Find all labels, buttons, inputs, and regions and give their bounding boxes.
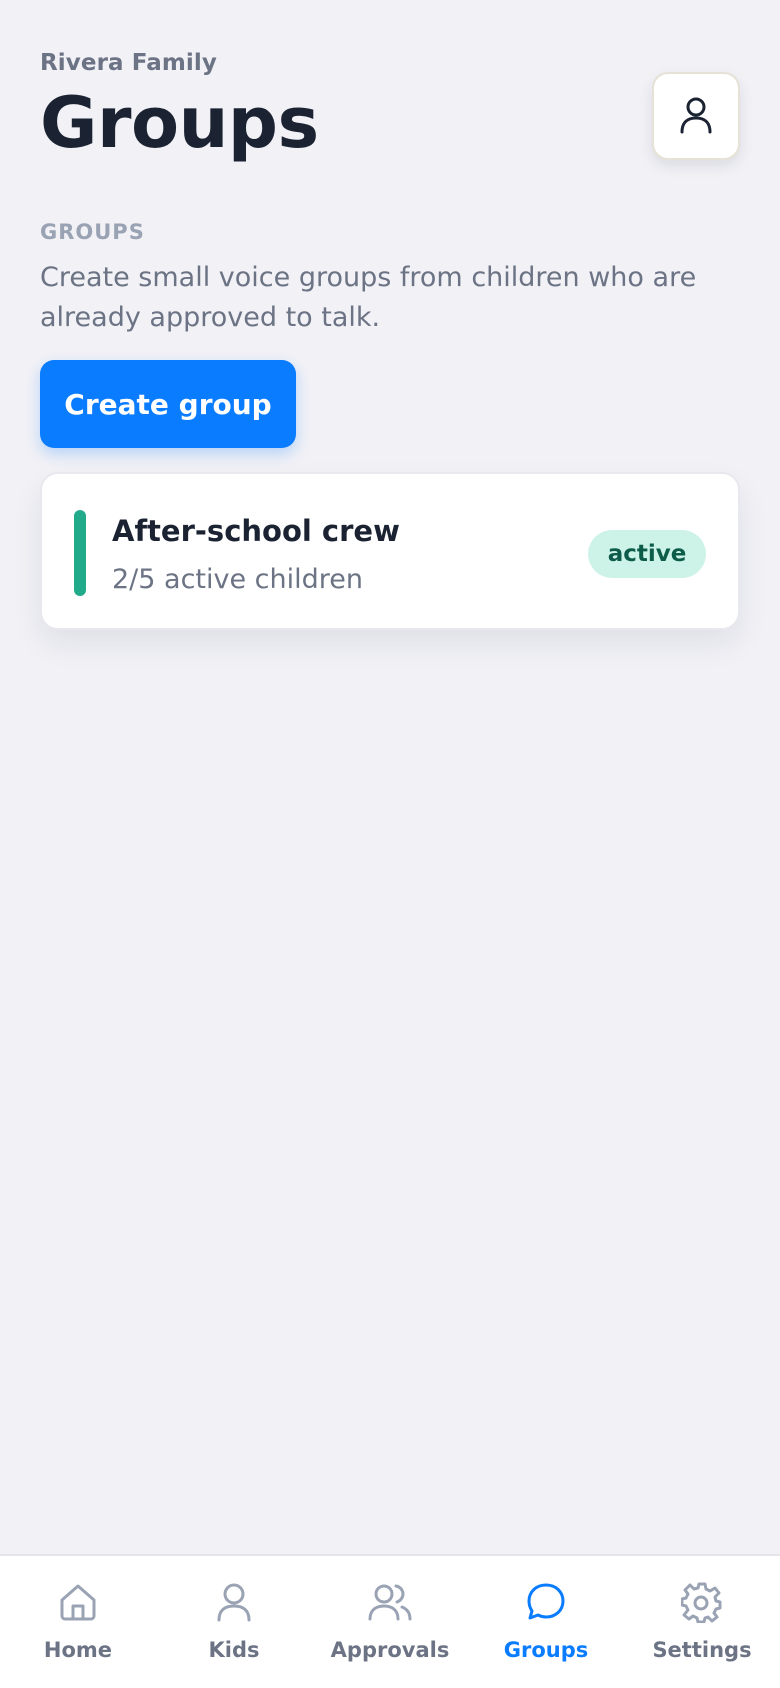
- section-description: Create small voice groups from children …: [40, 262, 697, 333]
- tab-settings[interactable]: Settings: [624, 1556, 780, 1688]
- user-icon: [212, 1580, 256, 1624]
- tab-label: Settings: [652, 1638, 752, 1662]
- group-name: After-school crew: [112, 514, 400, 548]
- tab-label: Approvals: [330, 1638, 450, 1662]
- groups-section: GROUPS Create small voice groups from ch…: [40, 220, 740, 338]
- group-card[interactable]: After-school crew 2/5 active children ac…: [40, 472, 740, 630]
- chat-bubble-icon: [524, 1580, 568, 1624]
- tab-approvals[interactable]: Approvals: [312, 1556, 468, 1688]
- bottom-tab-bar: Home Kids Approvals Groups Settings: [0, 1554, 780, 1688]
- user-icon: [678, 95, 714, 138]
- profile-button[interactable]: [652, 72, 740, 160]
- page-title: Groups: [40, 82, 319, 164]
- groups-screen: Rivera Family Groups GROUPS Create small…: [0, 0, 780, 1688]
- home-icon: [56, 1580, 100, 1624]
- gear-icon: [680, 1580, 724, 1624]
- page-header: Rivera Family Groups: [40, 50, 740, 158]
- tab-groups[interactable]: Groups: [468, 1556, 624, 1688]
- users-icon: [368, 1580, 412, 1624]
- tab-label: Groups: [503, 1638, 589, 1662]
- tab-label: Kids: [208, 1638, 260, 1662]
- group-active-count: 2/5 active children: [112, 564, 364, 595]
- section-label: GROUPS: [40, 220, 145, 244]
- tab-label: Home: [43, 1638, 113, 1662]
- tab-home[interactable]: Home: [0, 1556, 156, 1688]
- group-accent-bar: [74, 510, 86, 596]
- family-name: Rivera Family: [40, 50, 217, 76]
- create-group-button[interactable]: Create group: [40, 360, 296, 448]
- tab-kids[interactable]: Kids: [156, 1556, 312, 1688]
- status-badge: active: [588, 530, 706, 578]
